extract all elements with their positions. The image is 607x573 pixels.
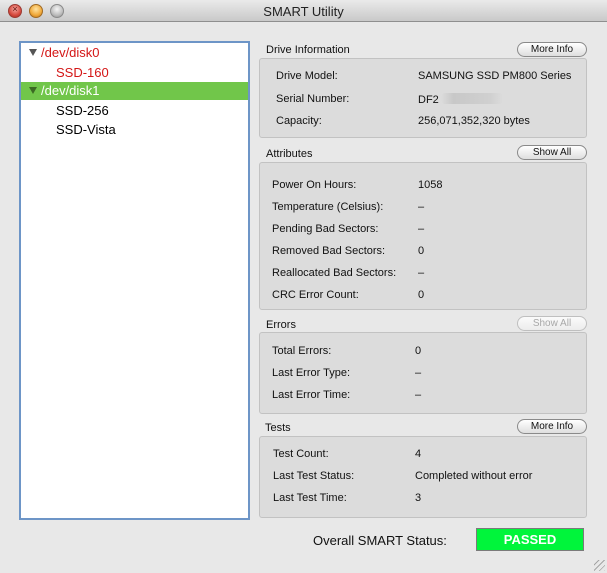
disk-list[interactable]: /dev/disk0 SSD-160 /dev/disk1 SSD-256 SS… [19, 41, 250, 520]
errors-show-all-button[interactable]: Show All [517, 316, 587, 331]
errors-title: Errors [266, 319, 296, 331]
tree-item-label: /dev/disk1 [41, 83, 100, 98]
tree-item-ssd-256[interactable]: SSD-256 [21, 102, 248, 120]
serial-number-value: DF2 [418, 93, 503, 106]
attr-value: – [418, 223, 425, 235]
tests-title: Tests [265, 422, 291, 434]
test-value: 4 [415, 448, 422, 460]
drive-info-more-info-button[interactable]: More Info [517, 42, 587, 57]
test-value: 3 [415, 492, 422, 504]
attributes-box: Power On Hours: 1058 Temperature (Celsiu… [259, 162, 587, 310]
tests-more-info-button[interactable]: More Info [517, 419, 587, 434]
attr-value: – [418, 267, 425, 279]
serial-number-text: DF2 [418, 94, 439, 106]
attr-label: Pending Bad Sectors: [272, 223, 379, 235]
attr-label: Temperature (Celsius): [272, 201, 384, 213]
overall-status-label: Overall SMART Status: [313, 533, 447, 548]
tree-item-ssd-160[interactable]: SSD-160 [21, 64, 248, 82]
attributes-title: Attributes [266, 148, 313, 160]
test-value: Completed without error [415, 470, 533, 482]
test-label: Last Test Time: [273, 492, 347, 504]
attributes-show-all-button[interactable]: Show All [517, 145, 587, 160]
error-label: Last Error Type: [272, 367, 351, 379]
errors-box: Total Errors: 0 Last Error Type: – Last … [259, 332, 587, 414]
capacity-value: 256,071,352,320 bytes [418, 115, 530, 127]
test-label: Test Count: [273, 448, 329, 460]
capacity-label: Capacity: [276, 115, 322, 127]
tree-item-label: /dev/disk0 [41, 45, 100, 60]
overall-status-badge: PASSED [476, 528, 584, 551]
error-value: – [415, 389, 422, 401]
tests-box: Test Count: 4 Last Test Status: Complete… [259, 436, 587, 518]
drive-model-label: Drive Model: [276, 70, 338, 82]
attr-label: Power On Hours: [272, 179, 357, 191]
attr-label: Removed Bad Sectors: [272, 245, 386, 257]
attr-value: 0 [418, 245, 425, 257]
serial-number-label: Serial Number: [276, 93, 350, 105]
disclosure-triangle-icon[interactable] [29, 87, 37, 94]
tree-item-label: SSD-256 [56, 103, 109, 118]
error-value: – [415, 367, 422, 379]
tree-item-disk0[interactable]: /dev/disk0 [21, 44, 248, 62]
error-label: Last Error Time: [272, 389, 351, 401]
attr-value: 1058 [418, 179, 443, 191]
disclosure-triangle-icon[interactable] [29, 49, 37, 56]
error-value: 0 [415, 345, 422, 357]
tree-item-label: SSD-Vista [56, 122, 116, 137]
redacted-blur [440, 93, 503, 104]
attr-label: CRC Error Count: [272, 289, 359, 301]
resize-grip-icon[interactable] [594, 560, 605, 571]
error-label: Total Errors: [272, 345, 332, 357]
test-label: Last Test Status: [273, 470, 355, 482]
attr-value: 0 [418, 289, 425, 301]
smart-utility-window: × SMART Utility /dev/disk0 SSD-160 /dev/… [0, 0, 607, 573]
attr-value: – [418, 201, 425, 213]
tree-item-label: SSD-160 [56, 65, 109, 80]
tree-item-disk1[interactable]: /dev/disk1 [21, 82, 248, 100]
drive-model-value: SAMSUNG SSD PM800 Series [418, 70, 572, 82]
drive-info-title: Drive Information [266, 44, 350, 56]
tree-item-ssd-vista[interactable]: SSD-Vista [21, 121, 248, 139]
window-title: SMART Utility [263, 4, 344, 19]
attr-label: Reallocated Bad Sectors: [272, 267, 397, 279]
drive-info-box: Drive Model: SAMSUNG SSD PM800 Series Se… [259, 58, 587, 138]
title-bar[interactable]: × SMART Utility [0, 0, 607, 22]
